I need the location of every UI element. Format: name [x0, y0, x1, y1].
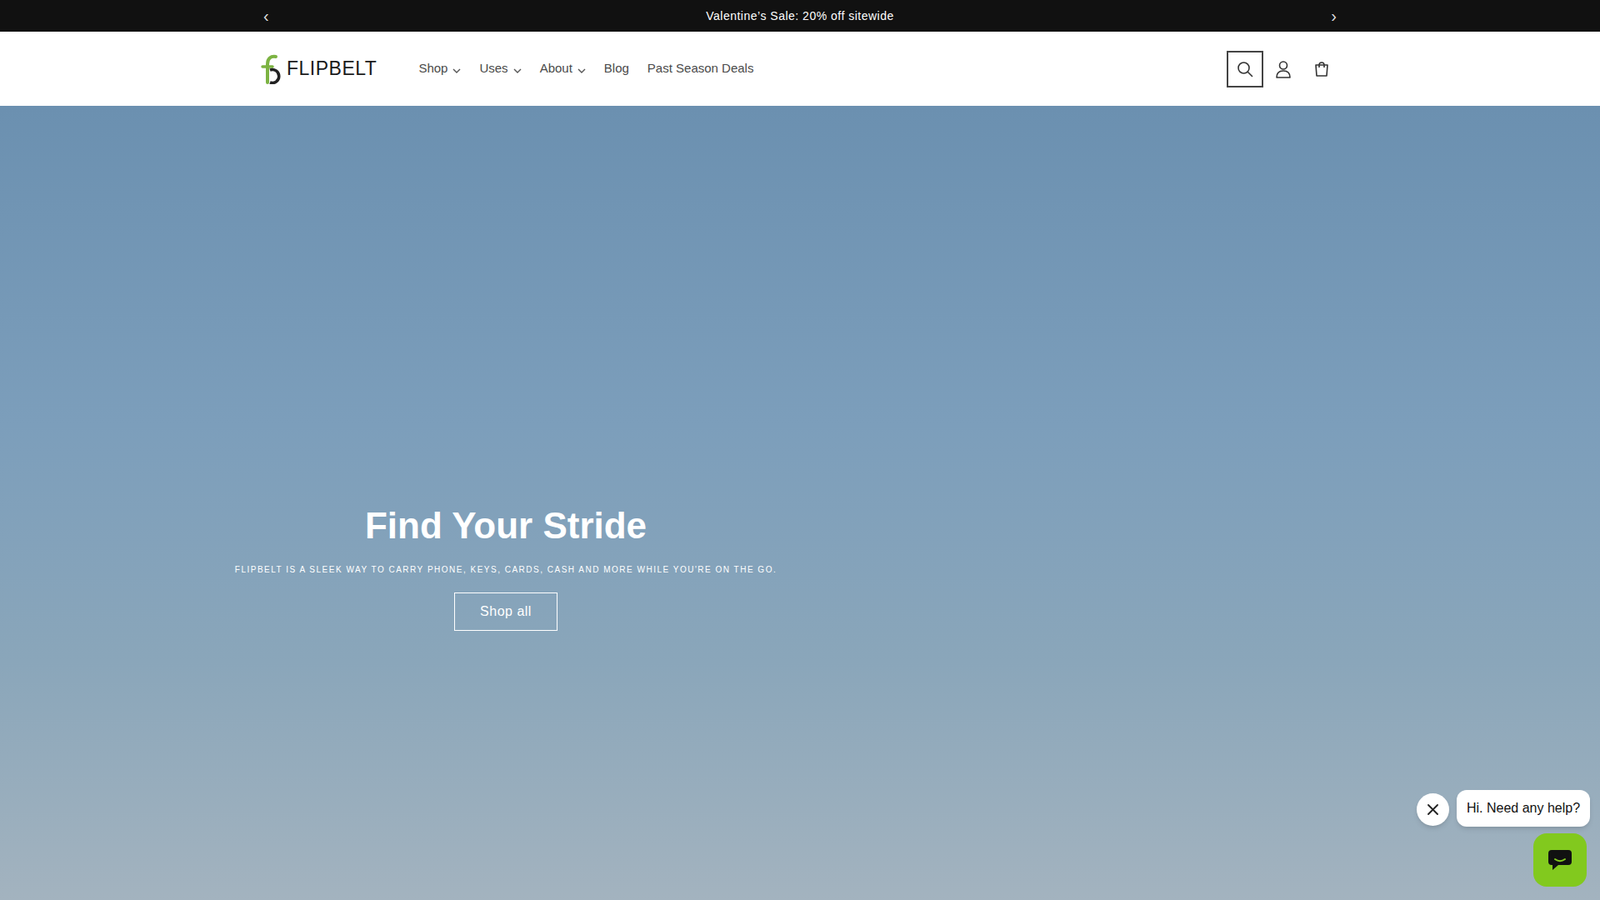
main-nav: Shop Uses About Blog Past Season Deals [410, 52, 762, 85]
search-button[interactable] [1226, 50, 1264, 88]
chat-close-button[interactable] [1416, 793, 1450, 826]
search-icon [1236, 60, 1254, 78]
nav-item[interactable]: Past Season Deals [639, 52, 763, 85]
logo-mark-icon [260, 54, 282, 85]
close-icon [1427, 804, 1439, 815]
nav-label: About [540, 59, 573, 79]
hero-title: Find Your Stride [365, 504, 647, 549]
prev-arrow[interactable]: ‹ [260, 7, 273, 25]
nav-item[interactable]: Shop [410, 52, 470, 85]
nav-item[interactable]: About [531, 52, 595, 85]
hero-banner: Find Your Stride FLIPBELT IS A SLEEK WAY… [0, 105, 1600, 900]
chevron-down-icon [577, 68, 586, 74]
site-header: FLIPBELT Shop Uses About Blog Past Season De… [0, 31, 1600, 106]
logo-text: FLIPBELT [286, 54, 377, 84]
nav-label: Past Season Deals [647, 59, 755, 79]
chat-button[interactable] [1533, 833, 1587, 887]
nav-label: Shop [418, 59, 448, 79]
account-icon [1275, 60, 1292, 79]
announcement-bar: ‹ Valentine’s Sale: 20% off sitewide › [0, 0, 1600, 32]
logo[interactable]: FLIPBELT [260, 54, 377, 85]
shop-all-label: Shop all [480, 601, 532, 622]
chat-bubble[interactable]: Hi. Need any help? [1456, 790, 1590, 827]
account-button[interactable] [1265, 50, 1302, 88]
chat-message: Hi. Need any help? [1466, 798, 1580, 819]
next-arrow[interactable]: › [1327, 7, 1340, 25]
hero-subtitle: FLIPBELT IS A SLEEK WAY TO CARRY PHONE, … [235, 563, 777, 576]
cart-button[interactable] [1303, 50, 1340, 88]
nav-item[interactable]: Uses [470, 52, 530, 85]
chevron-down-icon [513, 68, 522, 74]
shop-all-button[interactable]: Shop all [454, 592, 558, 631]
nav-label: Blog [604, 59, 630, 79]
nav-item[interactable]: Blog [595, 52, 638, 85]
nav-label: Uses [479, 59, 508, 79]
chat-icon [1546, 847, 1574, 873]
chevron-down-icon [452, 68, 461, 74]
announcement-text: Valentine’s Sale: 20% off sitewide [705, 7, 895, 25]
cart-icon [1313, 60, 1330, 78]
